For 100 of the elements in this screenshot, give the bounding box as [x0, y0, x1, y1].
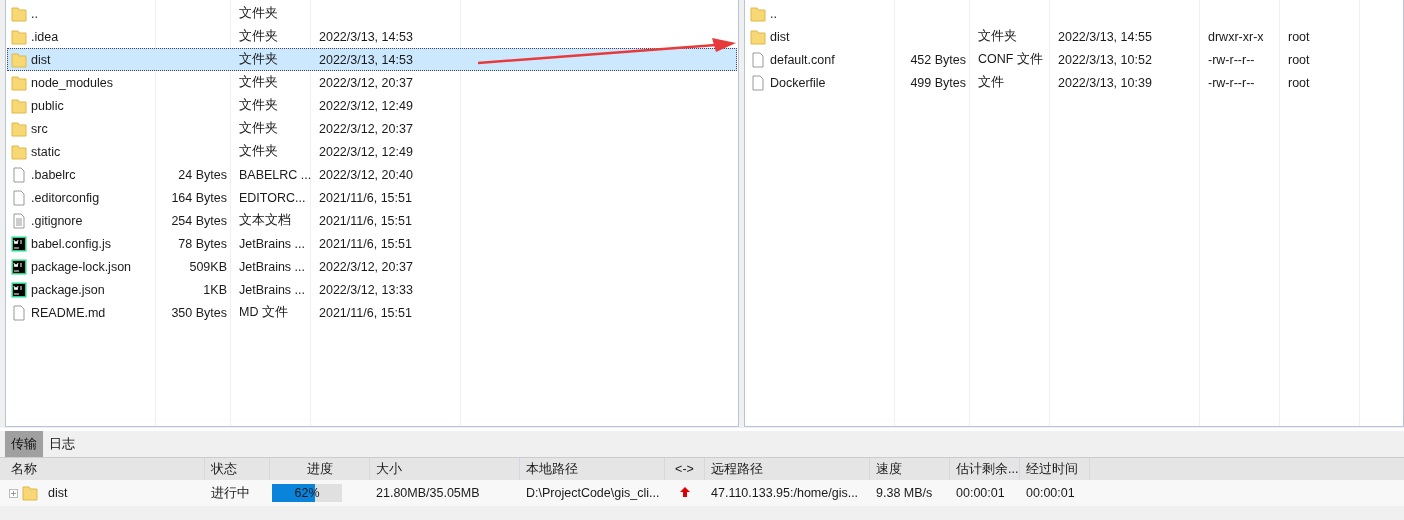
file-row[interactable]: package-lock.json 509KB JetBrains ... 2022/3/12, 20:37 — [7, 255, 737, 278]
transfer-status: 进行中 — [211, 485, 250, 500]
file-icon — [11, 166, 27, 183]
app-icon — [11, 281, 27, 298]
transfer-name: dist — [48, 486, 68, 500]
folder-icon — [11, 51, 27, 68]
file-name: Dockerfile — [770, 75, 826, 90]
file-row[interactable]: .. — [746, 2, 1402, 25]
modified-date: 2022/3/12, 20:40 — [319, 167, 413, 182]
file-type: 文件夹 — [239, 6, 278, 20]
file-name: default.conf — [770, 52, 835, 67]
file-size: 499 Bytes — [910, 75, 966, 90]
file-name: public — [31, 98, 64, 113]
file-name: dist — [770, 29, 790, 44]
permissions: -rw-r--r-- — [1208, 75, 1255, 90]
file-name: .idea — [31, 29, 59, 44]
file-name: package.json — [31, 282, 105, 297]
transfer-size: 21.80MB/35.05MB — [376, 486, 480, 500]
file-size: 164 Bytes — [171, 190, 227, 205]
file-icon — [11, 189, 27, 206]
file-icon — [750, 74, 766, 91]
app-icon — [11, 235, 27, 252]
file-size: 509KB — [189, 259, 227, 274]
file-row[interactable]: node_modules 文件夹 2022/3/12, 20:37 — [7, 71, 737, 94]
file-type: 文本文档 — [239, 213, 291, 227]
app-icon — [11, 258, 27, 275]
file-icon — [11, 304, 27, 321]
modified-date: 2022/3/13, 10:39 — [1058, 75, 1152, 90]
file-size: 452 Bytes — [910, 52, 966, 67]
file-row[interactable]: babel.config.js 78 Bytes JetBrains ... 2021/11/6, 15:51 — [7, 232, 737, 255]
time-remaining: 00:00:01 — [956, 486, 1005, 500]
file-row[interactable]: Dockerfile 499 Bytes 文件 2022/3/13, 10:39 -rw-r--r-- root — [746, 71, 1402, 94]
file-type: JetBrains ... — [239, 259, 305, 274]
owner: root — [1288, 52, 1310, 67]
modified-date: 2022/3/12, 12:49 — [319, 144, 413, 159]
file-row[interactable]: README.md 350 Bytes MD 文件 2021/11/6, 15:51 — [7, 301, 737, 324]
file-type: EDITORC... — [239, 190, 306, 205]
file-type: 文件夹 — [239, 144, 278, 158]
file-name: src — [31, 121, 48, 136]
file-type: MD 文件 — [239, 305, 288, 319]
folder-icon — [11, 74, 27, 91]
folder-icon — [11, 143, 27, 160]
modified-date: 2022/3/13, 14:53 — [319, 29, 413, 44]
modified-date: 2022/3/12, 13:33 — [319, 282, 413, 297]
file-type: JetBrains ... — [239, 236, 305, 251]
file-row[interactable]: .. 文件夹 — [7, 2, 737, 25]
file-row[interactable]: dist 文件夹 2022/3/13, 14:53 — [7, 48, 737, 71]
file-name: .. — [31, 6, 38, 21]
file-icon — [750, 51, 766, 68]
file-size: 254 Bytes — [171, 213, 227, 228]
file-row[interactable]: package.json 1KB JetBrains ... 2022/3/12, 13:33 — [7, 278, 737, 301]
file-type: 文件夹 — [239, 121, 278, 135]
modified-date: 2021/11/6, 15:51 — [319, 305, 412, 320]
file-row[interactable]: static 文件夹 2022/3/12, 12:49 — [7, 140, 737, 163]
expand-icon[interactable] — [9, 488, 18, 498]
file-type: 文件 — [978, 75, 1004, 89]
transfer-speed: 9.38 MB/s — [876, 486, 933, 500]
modified-date: 2021/11/6, 15:51 — [319, 190, 412, 205]
file-name: babel.config.js — [31, 236, 111, 251]
file-name: .editorconfig — [31, 190, 100, 205]
file-type: 文件夹 — [239, 75, 278, 89]
file-row[interactable]: default.conf 452 Bytes CONF 文件 2022/3/13, 10:52 -rw-r--r-- root — [746, 48, 1402, 71]
modified-date: 2021/11/6, 15:51 — [319, 213, 412, 228]
modified-date: 2021/11/6, 15:51 — [319, 236, 412, 251]
time-elapsed: 00:00:01 — [1026, 486, 1075, 500]
file-name: README.md — [31, 305, 106, 320]
file-name: node_modules — [31, 75, 113, 90]
modified-date: 2022/3/12, 20:37 — [319, 75, 413, 90]
file-row[interactable]: dist 文件夹 2022/3/13, 14:55 drwxr-xr-x root — [746, 25, 1402, 48]
file-row[interactable]: .idea 文件夹 2022/3/13, 14:53 — [7, 25, 737, 48]
file-type: 文件夹 — [239, 29, 278, 43]
folder-icon — [11, 28, 27, 45]
folder-icon — [750, 5, 766, 22]
panel-tab[interactable]: 日志 — [43, 431, 81, 457]
permissions: -rw-r--r-- — [1208, 52, 1255, 67]
file-row[interactable]: src 文件夹 2022/3/12, 20:37 — [7, 117, 737, 140]
panel-tab[interactable]: 传输 — [5, 431, 43, 457]
file-row[interactable]: .gitignore 254 Bytes 文本文档 2021/11/6, 15:51 — [7, 209, 737, 232]
file-name: .babelrc — [31, 167, 76, 182]
file-name: static — [31, 144, 61, 159]
file-type: 文件夹 — [239, 98, 278, 112]
modified-date: 2022/3/12, 20:37 — [319, 259, 413, 274]
local-path: D:\ProjectCode\gis_cli... — [526, 486, 660, 500]
file-size: 24 Bytes — [178, 167, 227, 182]
file-name: dist — [31, 52, 51, 67]
file-type: 文件夹 — [978, 29, 1017, 43]
file-size: 350 Bytes — [171, 305, 227, 320]
text-file-icon — [11, 212, 27, 229]
file-row[interactable]: .babelrc 24 Bytes BABELRC ... 2022/3/12, 20:40 — [7, 163, 737, 186]
file-row[interactable]: .editorconfig 164 Bytes EDITORC... 2021/11/6, 15:51 — [7, 186, 737, 209]
modified-date: 2022/3/13, 14:53 — [319, 52, 413, 67]
modified-date: 2022/3/12, 12:49 — [319, 98, 413, 113]
file-name: .. — [770, 6, 777, 21]
file-row[interactable]: public 文件夹 2022/3/12, 12:49 — [7, 94, 737, 117]
modified-date: 2022/3/13, 10:52 — [1058, 52, 1152, 67]
folder-icon — [11, 120, 27, 137]
file-type: BABELRC ... — [239, 167, 312, 182]
folder-icon — [22, 485, 38, 501]
owner: root — [1288, 75, 1310, 90]
file-size: 78 Bytes — [178, 236, 227, 251]
